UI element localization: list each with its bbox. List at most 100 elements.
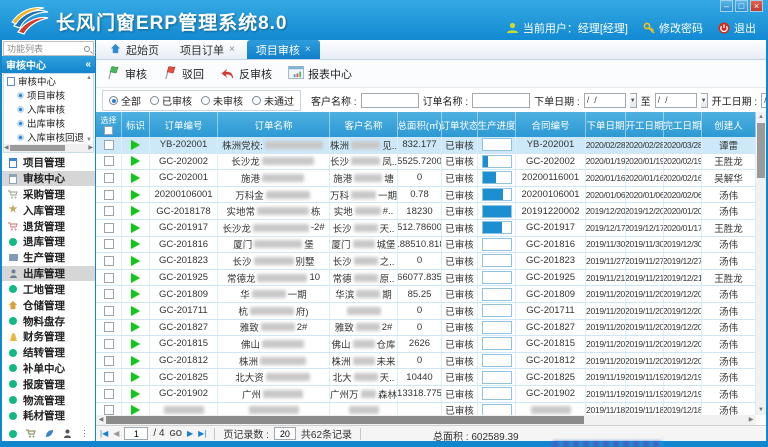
column-header-订单编号[interactable]: 订单编号 [150,112,218,137]
tab-项目审核[interactable]: 项目审核× [247,40,320,59]
order-name-input[interactable] [472,93,530,108]
last-page-button[interactable]: ▶| [198,429,206,438]
row-checkbox[interactable] [104,256,114,266]
page-number-input[interactable] [124,427,148,440]
scroll-down-icon[interactable]: ▼ [756,405,766,415]
sidebar-item-结转管理[interactable]: 结转管理 [2,345,95,360]
radio-已审核[interactable]: 已审核 [150,93,192,108]
sidebar-item-生产管理[interactable]: 生产管理 [2,250,95,265]
table-row[interactable]: GC-201812株洲株洲未来0已审核GC-2018122019/11/2020… [96,353,756,370]
sidebar-item-出库管理[interactable]: 出库管理 [2,266,95,281]
start-date-input[interactable] [761,93,766,108]
row-checkbox[interactable] [104,173,114,183]
sidebar-item-退货管理[interactable]: 退货管理 [2,219,95,234]
next-page-button[interactable]: ▶ [187,429,193,438]
sidebar-item-审核中心[interactable]: 审核中心 [2,171,95,186]
column-header-客户名称[interactable]: 客户名称 [330,112,398,137]
column-header-订单状态[interactable]: 订单状态 [442,112,478,137]
table-row[interactable]: GC-201827雅致2#雅致2#0已审核GC-2018272019/11/20… [96,320,756,337]
order-date-from-input[interactable] [584,93,626,108]
select-all-checkbox[interactable] [104,126,113,135]
sidebar-item-退库管理[interactable]: 退库管理 [2,234,95,249]
scroll-left-icon[interactable]: ◀ [96,415,106,425]
table-row[interactable]: GC-201823长沙别墅长沙之..0已审核GC-2018232019/11/2… [96,253,756,270]
row-checkbox[interactable] [104,273,114,283]
horizontal-scrollbar[interactable]: ◀ ▶ [96,415,756,425]
tree-scroll-up-icon[interactable]: ▲ [86,75,92,81]
minimize-button[interactable]: – [720,0,733,12]
leaf-icon[interactable] [45,429,54,438]
chevron-down-icon[interactable]: ▼ [630,93,637,108]
sidebar-item-财务管理[interactable]: 财务管理 [2,329,95,344]
chevron-down-icon[interactable]: ▼ [701,93,708,108]
radio-未通过[interactable]: 未通过 [252,93,294,108]
logout-button[interactable]: 退出 [718,20,756,36]
row-checkbox[interactable] [104,140,114,150]
dot-icon[interactable] [9,430,17,438]
table-row[interactable]: GC-202001施港施港塘0已审核202001160012020/01/162… [96,170,756,187]
报表中心-button[interactable]: 报表中心 [288,66,352,82]
sidebar-item-项目管理[interactable]: 项目管理 [2,155,95,170]
table-row[interactable]: 20200106001万科金万科一期0.78已审核202001060012020… [96,187,756,204]
radio-全部[interactable]: 全部 [109,93,141,108]
column-header-订单名称[interactable]: 订单名称 [218,112,330,137]
tree-item-项目审核[interactable]: 项目审核 [4,88,93,102]
sidebar-item-物料盘存[interactable]: 物料盘存 [2,314,95,329]
collapse-icon[interactable]: « [85,59,91,70]
tree-horizontal-scrollbar[interactable]: ◀ ▶ [4,144,93,152]
table-row[interactable]: GC-202002长沙龙长沙凤..65525.7200..已审核GC-20200… [96,154,756,171]
table-row[interactable]: GC-201825北大资北大天..10440已审核GC-2018252019/1… [96,369,756,386]
反审核-button[interactable]: 反审核 [220,66,272,82]
close-button[interactable]: × [750,0,763,12]
tree-root[interactable]: 审核中心 [4,74,93,88]
column-header-合同编号[interactable]: 合同编号 [516,112,586,137]
row-checkbox[interactable] [104,389,114,399]
row-checkbox[interactable] [104,356,114,366]
person-icon[interactable] [63,429,72,438]
function-search-input[interactable]: 功能列表 [3,41,94,56]
tree-item-入库审核[interactable]: 入库审核 [4,102,93,116]
row-checkbox[interactable] [104,206,114,216]
column-header-选择[interactable]: 选择 [96,112,122,137]
scroll-thumb[interactable] [757,123,765,178]
scroll-right-icon[interactable]: ▶ [88,144,93,152]
column-header-标识[interactable]: 标识 [122,112,150,137]
table-row[interactable]: GC-201815佛山佛山仓库2626已审核GC-2018152019/11/2… [96,336,756,353]
tree-item-出库审核[interactable]: 出库审核 [4,116,93,130]
row-checkbox[interactable] [104,156,114,166]
column-header-完工日期[interactable]: 完工日期 [664,112,702,137]
column-header-生产进度[interactable]: 生产进度 [478,112,516,137]
row-checkbox[interactable] [104,339,114,349]
row-checkbox[interactable] [104,322,114,332]
table-row[interactable]: GC-201902广州广州万森林13318.775已审核GC-201902201… [96,386,756,403]
tab-项目订单[interactable]: 项目订单× [171,40,244,59]
sidebar-item-补单中心[interactable]: 补单中心 [2,361,95,376]
row-checkbox[interactable] [104,405,114,415]
sidebar-item-工地管理[interactable]: 工地管理 [2,282,95,297]
tab-close-icon[interactable]: × [305,44,311,55]
change-password-button[interactable]: 修改密码 [643,20,703,36]
radio-未审核[interactable]: 未审核 [201,93,243,108]
row-checkbox[interactable] [104,190,114,200]
sidebar-item-报废管理[interactable]: 报废管理 [2,377,95,392]
table-row[interactable]: GC-2018178实地常栋实地#..18230已审核2019122000220… [96,203,756,220]
table-row[interactable]: GC-201816厦门堡厦门城堡188510.818已审核GC-20181620… [96,237,756,254]
table-row[interactable]: GC-201917长沙龙-2#长沙天..8512.78600..已审核GC-20… [96,220,756,237]
first-page-button[interactable]: |◀ [100,429,108,438]
more-icon[interactable]: ⋮ [81,430,89,438]
row-checkbox[interactable] [104,223,114,233]
scroll-thumb[interactable] [106,416,584,424]
sidebar-item-耗材管理[interactable]: 耗材管理 [2,408,95,423]
row-checkbox[interactable] [104,306,114,316]
order-date-to-input[interactable] [655,93,697,108]
scroll-right-icon[interactable]: ▶ [746,415,756,425]
tab-起始页[interactable]: 起始页 [101,40,168,59]
column-header-下单日期[interactable]: 下单日期 [586,112,626,137]
customer-name-input[interactable] [361,93,419,108]
tab-close-icon[interactable]: × [229,44,235,55]
审核-button[interactable]: 审核 [106,65,147,83]
maximize-button[interactable]: □ [735,0,748,12]
table-row[interactable]: GC-201711杭府)0已审核GC-2017112019/11/202019/… [96,303,756,320]
table-row[interactable]: GC-201809华一期华滨期85.25已审核GC-2018092019/11/… [96,286,756,303]
row-checkbox[interactable] [104,372,114,382]
